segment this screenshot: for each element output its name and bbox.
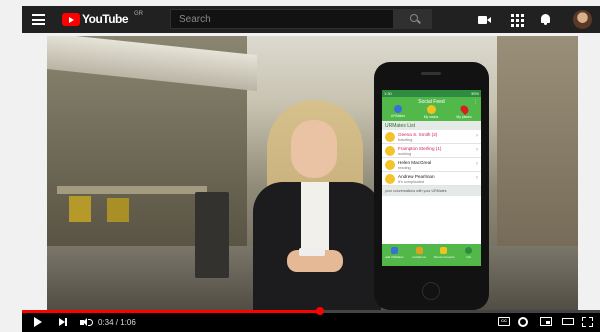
play-icon[interactable] xyxy=(34,317,42,327)
search-button[interactable] xyxy=(394,9,432,29)
app-header: Social Feed ⋮ URMates My status My place… xyxy=(382,97,481,121)
list-item: Frampton Sterling (1) working › xyxy=(382,144,481,158)
chevron-right-icon: › xyxy=(476,161,478,167)
smiley-icon xyxy=(385,146,395,156)
bottom-action-mood: Mood moments xyxy=(433,247,455,266)
progress-played xyxy=(22,310,320,313)
captions-icon[interactable]: CC xyxy=(498,317,510,326)
bottom-action-info: Info xyxy=(459,247,479,266)
bottom-action-label: Info xyxy=(466,255,472,259)
list-item: Helen MacGreal reading › xyxy=(382,158,481,172)
app-action-label: URMates xyxy=(390,114,406,118)
scrubber-handle[interactable] xyxy=(315,307,324,315)
contact-name: Andrew Pearlman xyxy=(398,174,435,179)
bell-icon[interactable] xyxy=(539,13,552,26)
progress-bar[interactable] xyxy=(22,307,600,315)
add-user-icon xyxy=(390,247,398,254)
video-camera-icon[interactable] xyxy=(478,13,491,26)
search-placeholder: Search xyxy=(179,14,211,25)
gear-icon[interactable] xyxy=(518,317,528,327)
map-pin-icon xyxy=(458,103,470,116)
app-action-urmates: URMates xyxy=(384,105,412,118)
smiley-icon xyxy=(426,105,436,114)
country-code: GR xyxy=(134,11,143,17)
phone-speaker xyxy=(421,72,441,75)
time-display: 0:34 / 1:06 xyxy=(98,318,136,327)
chevron-right-icon: › xyxy=(476,133,478,139)
video-scene-chair xyxy=(107,198,129,222)
next-icon[interactable] xyxy=(59,318,67,326)
bottom-action-label: Mood moments xyxy=(433,255,455,259)
youtube-logo-icon[interactable] xyxy=(62,13,80,26)
app-bottom-bar: add URMates Invitations Mood moments Inf… xyxy=(382,244,481,266)
contact-status: reading xyxy=(398,166,411,170)
phone-status-bar: 1:30 35% xyxy=(382,90,481,97)
video-scene-bin xyxy=(195,192,229,278)
envelope-icon xyxy=(415,247,423,254)
contact-name: Helen MacGreal xyxy=(398,160,432,165)
info-icon xyxy=(465,247,473,254)
search-input[interactable]: Search xyxy=(170,9,394,29)
contact-status: working xyxy=(398,152,412,156)
bottom-action-label: add URMates xyxy=(385,255,404,259)
grid-icon[interactable] xyxy=(510,13,524,27)
phone-home-button xyxy=(422,282,440,300)
smiley-icon xyxy=(385,160,395,170)
app-action-status: My status xyxy=(417,105,445,119)
volume-icon[interactable] xyxy=(80,318,93,327)
contact-name: Frampton Sterling (1) xyxy=(398,146,442,151)
hamburger-icon[interactable] xyxy=(32,14,45,25)
chevron-right-icon: › xyxy=(476,175,478,181)
contact-status: It's complicated xyxy=(398,180,425,184)
app-action-label: My places xyxy=(456,115,472,119)
phone-status-time: 1:30 xyxy=(384,91,392,96)
time-total: 1:06 xyxy=(120,318,136,327)
video-scene-woman-phone xyxy=(299,248,325,256)
player-controls: 0:34 / 1:06 CC xyxy=(22,307,600,332)
app-action-label: My status xyxy=(423,115,439,119)
list-item: Geena S. Smith (2) traveling › xyxy=(382,130,481,144)
top-bar: YouTube GR Search xyxy=(22,6,600,33)
video-scene-table xyxy=(57,186,207,194)
chevron-right-icon: › xyxy=(476,147,478,153)
phone-mockup: 1:30 35% Social Feed ⋮ URMates My status… xyxy=(374,62,489,310)
time-current: 0:34 xyxy=(98,318,114,327)
contact-status: traveling xyxy=(398,138,413,142)
video-scene-woman-face xyxy=(291,120,337,178)
youtube-page: YouTube GR Search 1:30 35% Social Feed ⋮… xyxy=(0,0,600,332)
list-item: Andrew Pearlman It's complicated › xyxy=(382,172,481,186)
contact-list-header: URMates List xyxy=(382,121,481,130)
youtube-logo-text[interactable]: YouTube xyxy=(82,12,129,26)
video-scene-chair xyxy=(69,196,91,222)
phone-screen: 1:30 35% Social Feed ⋮ URMates My status… xyxy=(382,90,481,266)
avatar[interactable] xyxy=(573,10,592,29)
bottom-action-invitations: Invitations xyxy=(409,247,429,266)
bottom-action-label: Invitations xyxy=(412,255,426,259)
smiley-icon xyxy=(385,174,395,184)
contact-name: Geena S. Smith (2) xyxy=(398,132,438,137)
smiley-icon xyxy=(385,132,395,142)
theater-mode-icon[interactable] xyxy=(562,318,574,325)
app-action-places: My places xyxy=(450,103,478,119)
footer-note: your conversations with your URMates xyxy=(382,186,481,196)
bottom-action-add: add URMates xyxy=(384,247,404,266)
mood-icon xyxy=(440,247,448,254)
miniplayer-icon[interactable] xyxy=(540,317,552,326)
friends-icon xyxy=(394,105,402,113)
phone-status-battery: 35% xyxy=(470,91,479,96)
fullscreen-icon[interactable] xyxy=(582,317,593,327)
video-player[interactable] xyxy=(47,36,578,314)
